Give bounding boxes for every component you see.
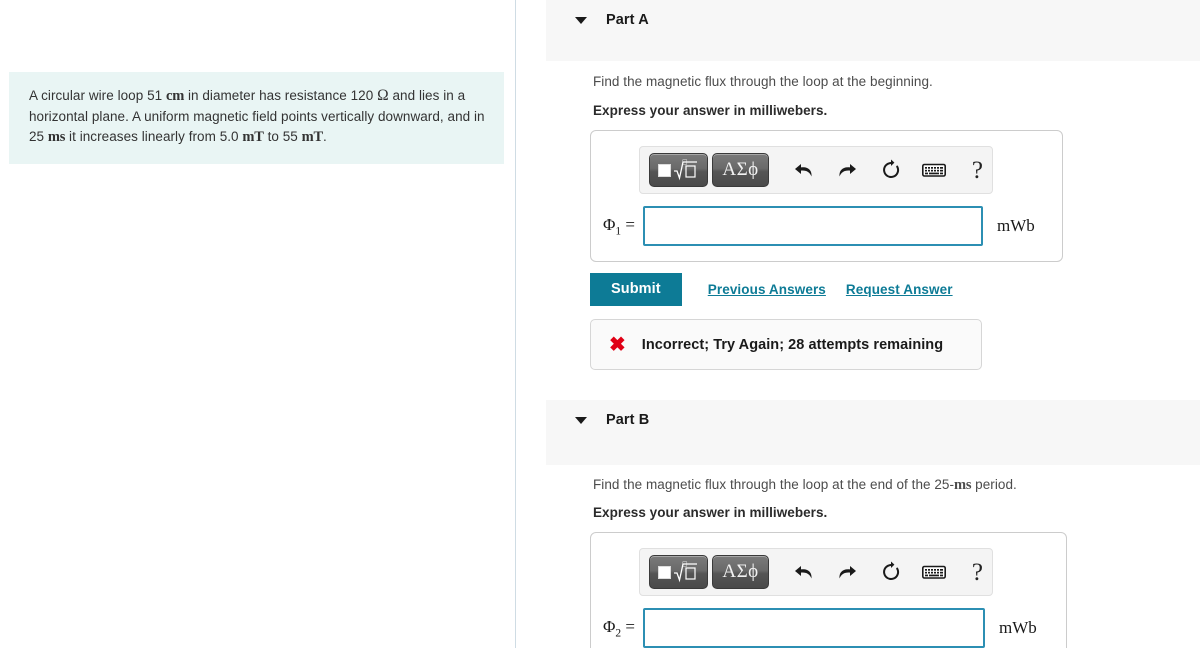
help-label: ? bbox=[971, 156, 983, 184]
part-b-field-row: Φ2 = mWb bbox=[591, 608, 1068, 648]
red-x-icon: ✖ bbox=[609, 333, 626, 356]
help-question-mark-icon[interactable]: ? bbox=[963, 155, 992, 185]
part-a-field-label: Φ1 = bbox=[591, 215, 643, 237]
reset-circular-arrow-icon[interactable] bbox=[876, 557, 905, 587]
undo-arrow-icon[interactable] bbox=[789, 557, 818, 587]
part-a-previous-answers-link[interactable]: Previous Answers bbox=[708, 282, 826, 297]
keyboard-icon[interactable] bbox=[919, 155, 948, 185]
part-b-prompt-pre: Find the magnetic flux through the loop … bbox=[593, 477, 955, 492]
equals-sign: = bbox=[621, 214, 635, 234]
part-a-request-answer-link[interactable]: Request Answer bbox=[846, 282, 953, 297]
math-template-button[interactable]: □ bbox=[649, 153, 708, 187]
problem-seg-1: cm bbox=[166, 88, 185, 104]
greek-symbols-button[interactable]: ΑΣϕ bbox=[711, 555, 770, 589]
greek-symbols-label: ΑΣϕ bbox=[722, 159, 759, 180]
part-b-prompt: Find the magnetic flux through the loop … bbox=[593, 477, 1017, 494]
reset-circular-arrow-icon[interactable] bbox=[876, 155, 905, 185]
help-label: ? bbox=[971, 558, 983, 586]
equals-sign: = bbox=[621, 616, 635, 636]
part-b-instruction: Express your answer in milliwebers. bbox=[593, 505, 828, 520]
redo-arrow-icon[interactable] bbox=[833, 155, 862, 185]
problem-seg-2: in diameter has resistance 120 bbox=[184, 88, 378, 103]
problem-seg-3: Ω bbox=[377, 87, 389, 104]
help-question-mark-icon[interactable]: ? bbox=[963, 557, 992, 587]
undo-arrow-icon[interactable] bbox=[789, 155, 818, 185]
radical-box-icon: □ bbox=[673, 561, 697, 583]
part-b-answer-panel: □ ΑΣϕ ? Φ2 = mWb bbox=[590, 532, 1067, 648]
problem-seg-8: to 55 bbox=[263, 129, 302, 144]
phi-symbol: Φ bbox=[602, 616, 616, 636]
part-a-title: Part A bbox=[606, 12, 649, 28]
part-b-field-label: Φ2 = bbox=[591, 617, 643, 639]
part-a-unit-label: mWb bbox=[997, 216, 1035, 235]
phi-symbol: Φ bbox=[602, 214, 616, 234]
part-a-submit-row: Submit Previous Answers Request Answer bbox=[590, 273, 953, 306]
question-pane: Part A Find the magnetic flux through th… bbox=[517, 0, 1200, 648]
white-square-icon bbox=[657, 565, 671, 579]
part-a-field-row: Φ1 = mWb bbox=[591, 206, 1064, 246]
part-a-feedback-text: Incorrect; Try Again; 28 attempts remain… bbox=[641, 336, 944, 353]
problem-seg-9: mT bbox=[301, 129, 324, 145]
redo-arrow-icon[interactable] bbox=[833, 557, 862, 587]
chevron-down-icon[interactable] bbox=[575, 17, 587, 24]
math-template-button[interactable]: □ bbox=[649, 555, 708, 589]
part-a-header[interactable]: Part A bbox=[546, 0, 1200, 61]
problem-seg-7: mT bbox=[242, 129, 264, 145]
problem-statement-text: A circular wire loop 51 cm in diameter h… bbox=[29, 86, 486, 148]
part-a-feedback-box: ✖ Incorrect; Try Again; 28 attempts rema… bbox=[590, 319, 982, 370]
part-b-prompt-post: period. bbox=[971, 477, 1017, 492]
part-b-prompt-unit: ms bbox=[954, 477, 972, 493]
radical-box-icon: □ bbox=[673, 159, 697, 181]
problem-seg-10: . bbox=[323, 129, 327, 144]
page-root: A circular wire loop 51 cm in diameter h… bbox=[0, 0, 1200, 648]
part-b-title: Part B bbox=[606, 412, 650, 428]
part-a-instruction: Express your answer in milliwebers. bbox=[593, 103, 828, 118]
problem-statement-pane: A circular wire loop 51 cm in diameter h… bbox=[0, 0, 516, 648]
part-b-answer-input[interactable] bbox=[643, 608, 985, 648]
part-b-math-toolbar: □ ΑΣϕ ? bbox=[639, 548, 993, 596]
problem-seg-6: it increases linearly from 5.0 bbox=[65, 129, 243, 144]
keyboard-icon[interactable] bbox=[919, 557, 948, 587]
greek-symbols-label: ΑΣϕ bbox=[722, 561, 759, 582]
part-b-unit-label: mWb bbox=[999, 618, 1037, 637]
problem-seg-0: A circular wire loop 51 bbox=[29, 88, 167, 103]
part-a-answer-input[interactable] bbox=[643, 206, 983, 246]
problem-seg-5: ms bbox=[47, 129, 66, 145]
part-a-answer-panel: □ ΑΣϕ ? Φ1 = mWb bbox=[590, 130, 1063, 262]
part-a-submit-button[interactable]: Submit bbox=[590, 273, 682, 306]
part-a-math-toolbar: □ ΑΣϕ ? bbox=[639, 146, 993, 194]
part-a-prompt: Find the magnetic flux through the loop … bbox=[593, 74, 933, 89]
problem-statement-box: A circular wire loop 51 cm in diameter h… bbox=[9, 72, 504, 164]
greek-symbols-button[interactable]: ΑΣϕ bbox=[711, 153, 770, 187]
chevron-down-icon[interactable] bbox=[575, 417, 587, 424]
white-square-icon bbox=[657, 163, 671, 177]
part-b-header[interactable]: Part B bbox=[546, 400, 1200, 465]
